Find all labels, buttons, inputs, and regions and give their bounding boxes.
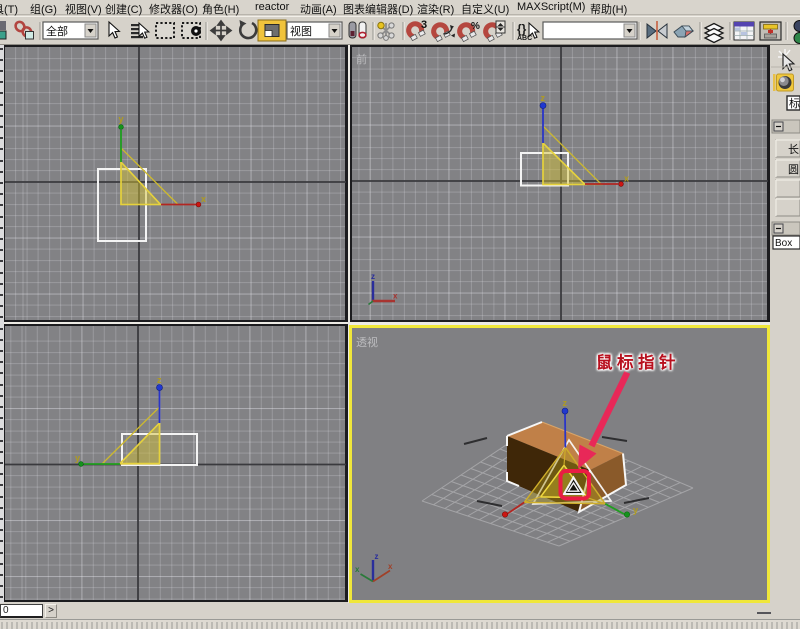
svg-text:z: z bbox=[563, 398, 568, 408]
svg-text:x: x bbox=[201, 194, 206, 204]
svg-text:标: 标 bbox=[789, 96, 800, 110]
svg-text:y: y bbox=[119, 114, 124, 124]
svg-text:x: x bbox=[624, 174, 629, 184]
svg-text:视图: 视图 bbox=[290, 24, 312, 38]
svg-text:全部: 全部 bbox=[46, 24, 68, 38]
svg-text:y: y bbox=[633, 505, 638, 515]
svg-text:x: x bbox=[393, 292, 398, 301]
svg-text:圆: 圆 bbox=[788, 163, 799, 176]
svg-text:z: z bbox=[375, 552, 379, 561]
svg-text:3: 3 bbox=[421, 19, 427, 31]
svg-text:z: z bbox=[541, 93, 546, 103]
svg-text:z: z bbox=[157, 375, 162, 385]
svg-text:%: % bbox=[471, 21, 480, 32]
svg-text:y: y bbox=[75, 453, 80, 463]
svg-text:x: x bbox=[388, 562, 393, 571]
svg-text:x: x bbox=[355, 565, 360, 574]
svg-text:长: 长 bbox=[788, 143, 799, 156]
svg-text:z: z bbox=[371, 272, 375, 281]
svg-text:Box: Box bbox=[775, 238, 792, 249]
svg-text:{}: {} bbox=[517, 22, 527, 36]
